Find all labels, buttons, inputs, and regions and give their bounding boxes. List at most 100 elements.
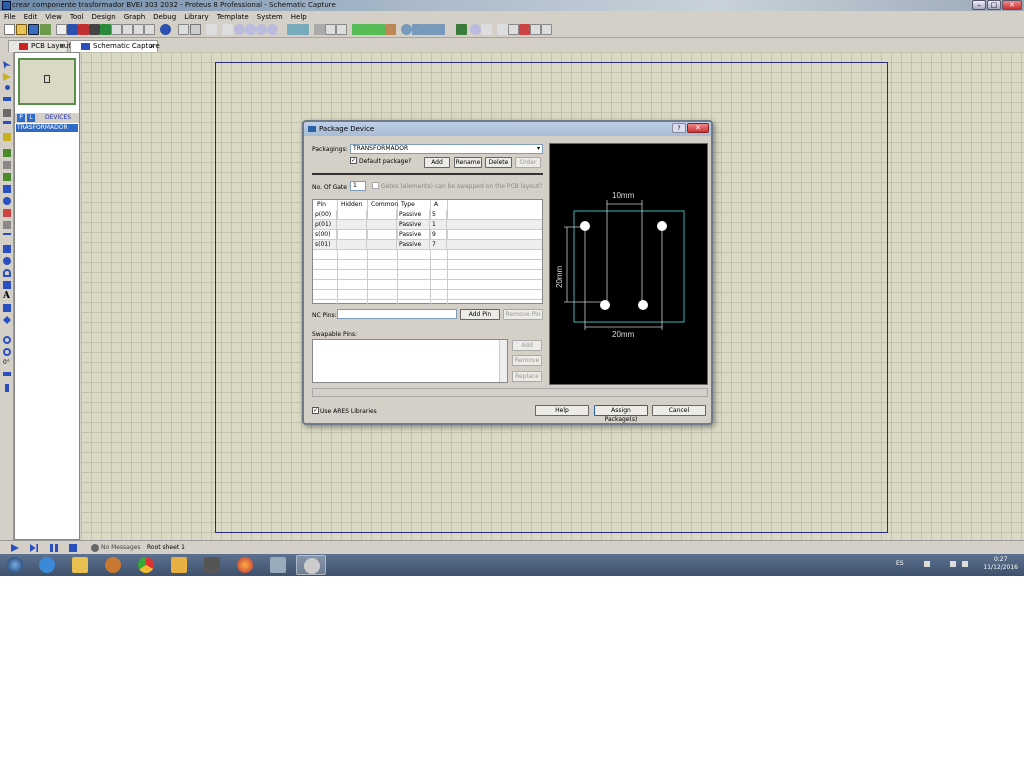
menu-template[interactable]: Template xyxy=(213,11,253,22)
path-icon[interactable] xyxy=(3,281,11,289)
taskbar-explorer[interactable] xyxy=(65,555,95,575)
start-button[interactable] xyxy=(0,555,28,575)
overview-window[interactable] xyxy=(18,58,76,105)
exit-sheet-icon[interactable] xyxy=(530,24,541,35)
dialog-help-button[interactable]: ? xyxy=(672,123,686,133)
remove-pin-button[interactable]: Remove Pin xyxy=(503,309,543,320)
pcb-icon[interactable] xyxy=(78,24,89,35)
col-header-type[interactable]: Type xyxy=(399,200,415,209)
property-tool-icon[interactable] xyxy=(481,24,492,35)
help-icon[interactable] xyxy=(160,24,171,35)
help-button[interactable]: Help xyxy=(535,405,589,416)
gerber-icon[interactable] xyxy=(100,24,111,35)
dialog-title-bar[interactable]: Package Device ? ✕ xyxy=(304,122,711,136)
wire-label-icon[interactable] xyxy=(3,97,11,101)
terminals-icon[interactable] xyxy=(3,149,11,157)
mirror-y-icon[interactable] xyxy=(5,384,9,392)
make-device-icon[interactable] xyxy=(412,24,423,35)
assign-packages-button[interactable]: Assign Package(s) xyxy=(594,405,648,423)
subcircuit-icon[interactable] xyxy=(3,133,11,141)
menu-edit[interactable]: Edit xyxy=(20,11,42,22)
col-header-common[interactable]: Common xyxy=(369,200,398,209)
taskbar-firefox[interactable] xyxy=(230,555,260,575)
selection-mode-icon[interactable] xyxy=(3,61,11,69)
col-header-a[interactable]: A xyxy=(432,200,438,209)
taskbar-active-app[interactable] xyxy=(296,555,326,575)
bom-icon[interactable] xyxy=(111,24,122,35)
table-row[interactable]: s(01) Passive 7 xyxy=(313,240,542,250)
block-move-icon[interactable] xyxy=(363,24,374,35)
dialog-close-button[interactable]: ✕ xyxy=(687,123,709,133)
use-ares-checkbox[interactable]: ✓ xyxy=(312,407,319,414)
new-sheet-icon[interactable] xyxy=(508,24,519,35)
tab-pcb-close-icon[interactable]: × xyxy=(59,41,65,51)
order-package-button[interactable]: Order xyxy=(515,157,541,168)
component-mode-icon[interactable] xyxy=(3,73,11,81)
netlist-icon[interactable] xyxy=(541,24,552,35)
schematic-icon[interactable] xyxy=(67,24,78,35)
window-close-button[interactable]: ✕ xyxy=(1002,0,1022,10)
import-icon[interactable] xyxy=(40,24,51,35)
table-row[interactable] xyxy=(313,270,542,280)
rotate-ccw-icon[interactable] xyxy=(3,348,11,356)
text-icon[interactable]: A xyxy=(3,292,11,301)
taskbar-logo[interactable] xyxy=(197,555,227,575)
tray-network-icon[interactable] xyxy=(950,561,956,567)
junction-mode-icon[interactable] xyxy=(5,85,10,90)
undo-icon[interactable] xyxy=(287,24,298,35)
zoom-all-icon[interactable] xyxy=(256,24,267,35)
source-icon[interactable] xyxy=(133,24,144,35)
origin-icon[interactable] xyxy=(206,24,217,35)
language-indicator[interactable]: ES xyxy=(896,560,904,567)
library-manager-button[interactable]: L xyxy=(27,114,35,122)
messages-status[interactable]: No Messages xyxy=(101,544,141,551)
block-rotate-icon[interactable] xyxy=(374,24,385,35)
remove-sheet-icon[interactable] xyxy=(519,24,530,35)
generator-icon[interactable] xyxy=(3,197,11,205)
minimize-button[interactable]: – xyxy=(972,0,986,10)
footprint-preview[interactable]: 10mm 20mm 20mm xyxy=(549,143,708,385)
design-explorer-icon[interactable] xyxy=(497,24,508,35)
grid-icon[interactable] xyxy=(190,24,201,35)
block-copy-icon[interactable] xyxy=(352,24,363,35)
circle-icon[interactable] xyxy=(3,257,11,265)
save-icon[interactable] xyxy=(28,24,39,35)
notes-icon[interactable] xyxy=(122,24,133,35)
symbol-icon[interactable] xyxy=(3,304,11,312)
pick-device-icon[interactable] xyxy=(401,24,412,35)
menu-debug[interactable]: Debug xyxy=(149,11,180,22)
table-row[interactable] xyxy=(313,250,542,260)
system-clock[interactable]: 0:27 11/12/2016 xyxy=(983,556,1018,572)
tab-schematic-close-icon[interactable]: × xyxy=(149,41,155,51)
arc-icon[interactable] xyxy=(3,269,11,277)
gates-count-field[interactable]: 1 xyxy=(350,181,366,191)
tab-schematic-capture[interactable]: Schematic Capture × xyxy=(70,40,160,52)
pick-devices-button[interactable]: P xyxy=(17,114,25,122)
wire-autoroute-icon[interactable] xyxy=(456,24,467,35)
box-icon[interactable] xyxy=(3,245,11,253)
cut-icon[interactable] xyxy=(314,24,325,35)
block-delete-icon[interactable] xyxy=(385,24,396,35)
device-list-item[interactable]: TRASFORMADOR xyxy=(16,124,78,132)
stop-icon[interactable] xyxy=(69,544,77,552)
taskbar-chrome[interactable] xyxy=(131,555,161,575)
taskbar-mail[interactable] xyxy=(164,555,194,575)
redo-icon[interactable] xyxy=(298,24,309,35)
paste-icon[interactable] xyxy=(336,24,347,35)
mirror-x-icon[interactable] xyxy=(3,372,11,376)
menu-help[interactable]: Help xyxy=(287,11,311,22)
tray-flag-icon[interactable] xyxy=(924,561,930,567)
table-row[interactable] xyxy=(313,280,542,290)
table-row[interactable]: p(00) Passive 5 xyxy=(313,210,542,220)
menu-file[interactable]: File xyxy=(0,11,20,22)
taskbar-ie[interactable] xyxy=(32,555,62,575)
graph-mode-icon[interactable] xyxy=(3,173,11,181)
pause-icon[interactable] xyxy=(50,544,58,552)
rotate-cw-icon[interactable] xyxy=(3,336,11,344)
col-header-hidden[interactable]: Hidden xyxy=(339,200,362,209)
delete-package-button[interactable]: Delete xyxy=(485,157,512,168)
open-file-icon[interactable] xyxy=(16,24,27,35)
cancel-button[interactable]: Cancel xyxy=(652,405,706,416)
menu-system[interactable]: System xyxy=(253,11,287,22)
nc-pins-field[interactable] xyxy=(337,309,457,319)
